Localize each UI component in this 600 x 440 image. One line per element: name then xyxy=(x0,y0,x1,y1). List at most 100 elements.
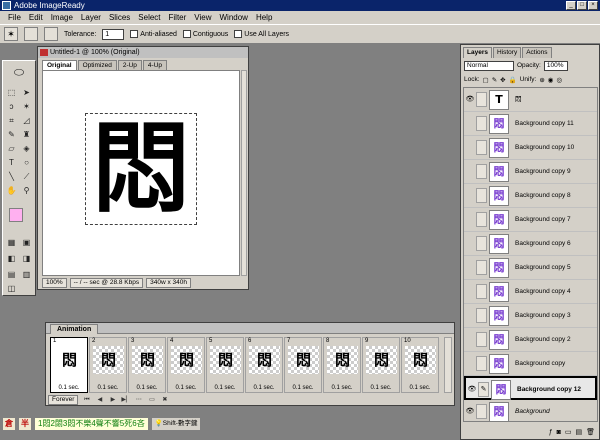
layer-row[interactable]: 悶 Background copy xyxy=(464,352,597,376)
frame-delay[interactable]: 0.1 sec. xyxy=(285,385,321,391)
layer-link-box[interactable] xyxy=(476,164,487,179)
animation-frame[interactable]: 7 悶 0.1 sec. xyxy=(284,337,322,393)
layer-link-box[interactable] xyxy=(476,260,487,275)
layer-link-box[interactable] xyxy=(476,140,487,155)
layer-row[interactable]: 悶 Background copy 8 xyxy=(464,184,597,208)
layer-link-box[interactable] xyxy=(476,212,487,227)
hand-tool-icon[interactable]: ✋ xyxy=(5,185,18,197)
tab-layers[interactable]: Layers xyxy=(463,47,492,58)
tab-original[interactable]: Original xyxy=(42,60,77,70)
delete-frame-icon[interactable]: ✖ xyxy=(160,396,169,404)
jump-to-photoshop-icon[interactable]: ◫ xyxy=(5,283,18,295)
animation-frame[interactable]: 3 悶 0.1 sec. xyxy=(128,337,166,393)
browser-preview-icon[interactable]: ▥ xyxy=(20,269,33,281)
tolerance-input[interactable]: 1 xyxy=(102,28,125,40)
animation-frame[interactable]: 1 悶 0.1 sec. xyxy=(50,337,88,393)
move-tool-icon[interactable]: ➤ xyxy=(20,87,33,99)
visibility-eye-icon[interactable]: 👁 xyxy=(465,94,475,105)
animation-tab[interactable]: Animation xyxy=(50,324,99,334)
menu-file[interactable]: File xyxy=(4,11,25,24)
layer-row[interactable]: 悶 Background copy 5 xyxy=(464,256,597,280)
layer-row[interactable]: 👁 悶 Background xyxy=(464,400,597,421)
layer-row[interactable]: 悶 Background copy 2 xyxy=(464,328,597,352)
animation-frame[interactable]: 10 悶 0.1 sec. xyxy=(401,337,439,393)
unify-position-icon[interactable]: ⊕ xyxy=(539,76,544,84)
visibility-eye-icon[interactable] xyxy=(465,310,475,321)
blend-mode-select[interactable]: Normal xyxy=(464,60,514,71)
magic-wand-tool-icon[interactable]: ✶ xyxy=(20,101,33,113)
layer-row[interactable]: 悶 Background copy 7 xyxy=(464,208,597,232)
frame-delay[interactable]: 0.1 sec. xyxy=(402,385,438,391)
preview-icon[interactable]: ◨ xyxy=(20,253,33,265)
menu-image[interactable]: Image xyxy=(47,11,77,24)
previous-frame-icon[interactable]: ◀ xyxy=(95,396,104,404)
animation-frame[interactable]: 2 悶 0.1 sec. xyxy=(89,337,127,393)
menu-view[interactable]: View xyxy=(190,11,215,24)
layer-link-box[interactable] xyxy=(476,356,487,371)
eraser-tool-icon[interactable]: ▱ xyxy=(5,143,18,155)
rollover-preview-icon[interactable]: ◧ xyxy=(5,253,18,265)
layer-link-box[interactable] xyxy=(476,404,487,419)
eyedropper-tool-icon[interactable]: ⟋ xyxy=(20,171,33,183)
loop-select[interactable]: Forever xyxy=(48,394,79,405)
new-layer-icon[interactable]: ▤ xyxy=(575,428,582,436)
menu-filter[interactable]: Filter xyxy=(165,11,191,24)
magic-wand-icon[interactable]: ✶ xyxy=(4,27,18,41)
frame-delay[interactable]: 0.1 sec. xyxy=(207,385,243,391)
tab-history[interactable]: History xyxy=(492,47,522,58)
layer-style-icon[interactable]: ƒ xyxy=(549,429,553,436)
frame-delay[interactable]: 0.1 sec. xyxy=(363,385,399,391)
zoom-level[interactable]: 100% xyxy=(42,278,67,288)
layer-link-box[interactable]: ✎ xyxy=(478,382,489,397)
visibility-eye-icon[interactable]: 👁 xyxy=(465,406,475,417)
type-tool-icon[interactable]: T xyxy=(5,157,18,169)
slice-tool-icon[interactable]: ◿ xyxy=(20,115,33,127)
use-all-layers-checkbox[interactable] xyxy=(234,30,243,38)
maximize-icon[interactable]: □ xyxy=(577,1,587,10)
contiguous-checkbox[interactable] xyxy=(182,30,191,38)
animation-frame[interactable]: 6 悶 0.1 sec. xyxy=(245,337,283,393)
layer-link-box[interactable] xyxy=(476,188,487,203)
tab-optimized[interactable]: Optimized xyxy=(77,60,117,70)
layer-link-box[interactable] xyxy=(476,332,487,347)
canvas-area[interactable]: 悶 xyxy=(42,70,240,276)
ime-width-button[interactable]: 半 xyxy=(18,417,32,431)
layer-link-box[interactable] xyxy=(476,92,487,107)
visibility-eye-icon[interactable] xyxy=(465,190,475,201)
mask-icon[interactable]: ◙ xyxy=(557,429,561,436)
ellipse-tool-icon[interactable]: ○ xyxy=(20,157,33,169)
crop-tool-icon[interactable]: ⌗ xyxy=(5,115,18,127)
opacity-field[interactable]: 100% xyxy=(543,60,568,71)
frame-delay[interactable]: 0.1 sec. xyxy=(129,385,165,391)
next-frame-icon[interactable]: ▶▏ xyxy=(121,396,130,404)
visibility-eye-icon[interactable] xyxy=(465,118,475,129)
frame-delay[interactable]: 0.1 sec. xyxy=(324,385,360,391)
animation-frame[interactable]: 4 悶 0.1 sec. xyxy=(167,337,205,393)
frame-delay[interactable]: 0.1 sec. xyxy=(51,385,87,391)
brush-tool-icon[interactable]: ✎ xyxy=(5,129,18,141)
layer-row[interactable]: 悶 Background copy 6 xyxy=(464,232,597,256)
menu-slices[interactable]: Slices xyxy=(105,11,134,24)
layer-row[interactable]: 悶 Background copy 3 xyxy=(464,304,597,328)
menu-help[interactable]: Help xyxy=(252,11,276,24)
ime-candidates[interactable]: 1悶2閟3悶不樂4聲不響5死6吝 xyxy=(34,417,149,431)
layer-row[interactable]: 悶 Background copy 9 xyxy=(464,160,597,184)
lock-paint-icon[interactable]: ✎ xyxy=(492,76,497,84)
layer-link-box[interactable] xyxy=(476,284,487,299)
animation-frame[interactable]: 9 悶 0.1 sec. xyxy=(362,337,400,393)
tab-actions[interactable]: Actions xyxy=(522,47,552,58)
layer-row[interactable]: 悶 Background copy 4 xyxy=(464,280,597,304)
unify-visibility-icon[interactable]: ◉ xyxy=(548,76,554,84)
marquee-tool-icon[interactable]: ⬚ xyxy=(5,87,18,99)
anti-aliased-option[interactable]: Anti-aliased xyxy=(130,30,177,38)
selection-add-icon[interactable] xyxy=(44,27,58,41)
tab-4-up[interactable]: 4-Up xyxy=(142,60,168,70)
use-all-layers-option[interactable]: Use All Layers xyxy=(234,30,289,38)
lock-move-icon[interactable]: ✥ xyxy=(500,76,505,84)
close-icon[interactable]: × xyxy=(588,1,598,10)
screen-mode-icon[interactable]: ▤ xyxy=(5,269,18,281)
new-set-icon[interactable]: ▭ xyxy=(565,428,572,436)
minimize-icon[interactable]: _ xyxy=(566,1,576,10)
zoom-tool-icon[interactable]: ⚲ xyxy=(20,185,33,197)
contiguous-option[interactable]: Contiguous xyxy=(182,30,228,38)
